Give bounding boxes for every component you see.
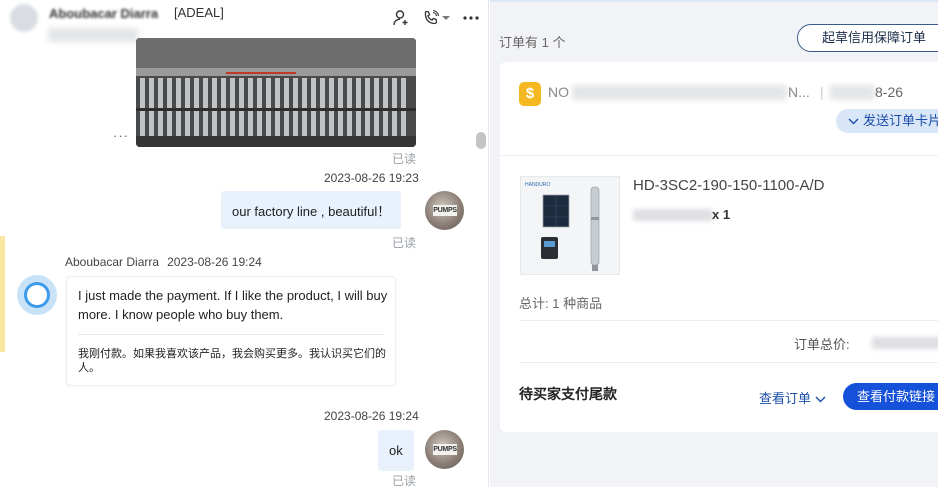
product-price-redacted	[633, 209, 713, 221]
product-name[interactable]: HD-3SC2-190-150-1100-A/D	[633, 177, 824, 194]
contact-name: Aboubacar Diarra	[49, 6, 159, 21]
chat-header: Aboubacar Diarra [ADEAL]	[0, 0, 488, 42]
order-number-redacted	[572, 85, 787, 100]
order-status: 待买家支付尾款	[519, 386, 617, 402]
read-receipt: 已读	[392, 236, 417, 250]
contact-subtitle-redacted	[48, 28, 138, 42]
send-order-card-label: 发送订单卡片	[863, 113, 938, 128]
separator: |	[820, 84, 824, 100]
order-card: $ NO N... | 8-26 发送订单卡片 HANDURO HD-3SC2-…	[500, 62, 938, 432]
total-items: 总计: 1 种商品	[519, 296, 603, 311]
message-timestamp: 2023-08-26 19:23	[324, 171, 419, 185]
total-price-label: 订单总价:	[794, 337, 850, 352]
more-icon[interactable]	[460, 7, 482, 29]
read-receipt: 已读	[392, 152, 417, 166]
message-text: I just made the payment. If I like the p…	[78, 288, 388, 322]
contact-avatar[interactable]	[10, 4, 38, 32]
factory-image-message[interactable]	[136, 38, 416, 147]
card-divider	[519, 320, 938, 321]
chevron-down-icon	[815, 396, 826, 403]
coin-icon: $	[519, 82, 541, 106]
read-receipt: 已读	[392, 474, 417, 487]
message-translation: 我刚付款。如果我喜欢该产品，我会购买更多。我认识买它们的人。	[78, 347, 386, 374]
my-avatar[interactable]: PUMPS	[425, 191, 464, 230]
chevron-down-icon	[848, 118, 859, 125]
avatar-logo: PUMPS	[433, 444, 457, 455]
image-more-menu[interactable]: ···	[113, 128, 129, 143]
chevron-down-icon[interactable]	[440, 7, 452, 29]
product-image[interactable]: HANDURO	[520, 176, 620, 275]
add-contact-icon[interactable]	[390, 7, 412, 29]
chat-scrollbar[interactable]	[476, 132, 486, 149]
view-order-label: 查看订单	[759, 391, 812, 406]
contact-tag: [ADEAL]	[174, 5, 224, 20]
orders-panel: 订单有 1 个 起草信用保障订单 $ NO N... | 8-26 发送订单卡片…	[490, 0, 938, 487]
buyer-avatar[interactable]	[17, 275, 57, 315]
my-message-bubble[interactable]: ok	[378, 430, 414, 471]
view-payment-link-button[interactable]: 查看付款链接	[843, 383, 938, 410]
orders-count: 订单有 1 个	[499, 35, 566, 50]
chat-panel: Aboubacar Diarra [ADEAL] ··· 已读 2023-08-…	[0, 0, 489, 487]
send-order-card-button[interactable]: 发送订单卡片	[836, 109, 938, 133]
panel-top-accent	[490, 0, 938, 2]
buyer-message-bubble[interactable]: I just made the payment. If I like the p…	[66, 276, 396, 386]
order-date: 8-26	[875, 84, 904, 100]
message-timestamp: 2023-08-26 19:24	[324, 409, 419, 423]
avatar-logo: PUMPS	[433, 205, 457, 216]
translation-divider	[78, 334, 384, 335]
order-number-suffix: N...	[788, 84, 810, 100]
message-text: our factory line , beautiful！	[232, 203, 391, 219]
message-text: ok	[389, 443, 403, 458]
my-avatar[interactable]: PUMPS	[425, 430, 464, 469]
phone-icon[interactable]	[420, 7, 442, 29]
order-number-prefix: NO	[548, 84, 569, 100]
total-price-redacted	[872, 337, 938, 349]
draft-trade-assurance-order-button[interactable]: 起草信用保障订单	[797, 24, 938, 52]
order-date-redacted	[830, 85, 875, 100]
my-message-bubble[interactable]: our factory line , beautiful！	[221, 191, 402, 229]
sender-line: Aboubacar Diarra 2023-08-26 19:24	[65, 255, 262, 269]
card-divider	[519, 362, 938, 363]
message-timestamp: 2023-08-26 19:24	[167, 255, 262, 269]
card-divider	[500, 155, 938, 156]
product-quantity: x 1	[712, 207, 731, 222]
product-brand-text: HANDURO	[525, 182, 550, 188]
view-order-link[interactable]: 查看订单	[759, 388, 826, 407]
left-edge-highlight	[0, 236, 5, 352]
sender-name: Aboubacar Diarra	[65, 255, 160, 269]
